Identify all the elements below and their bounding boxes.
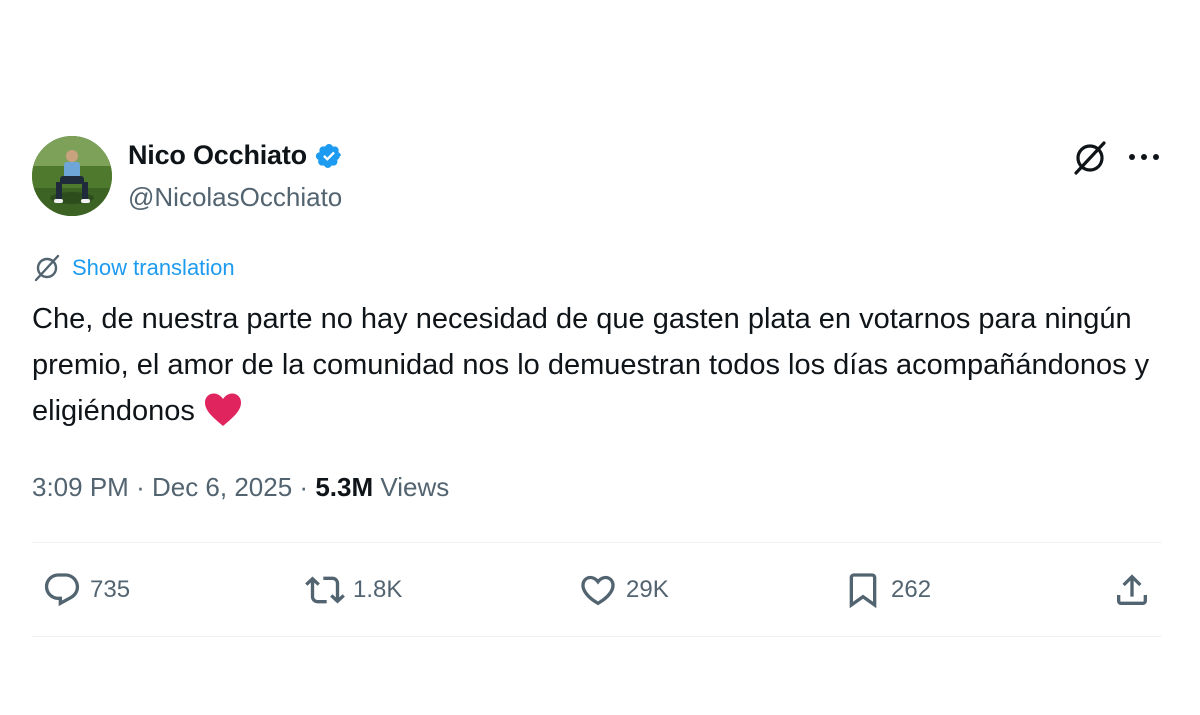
grok-icon: [32, 253, 62, 283]
author-name-row: Nico Occhiato: [128, 140, 343, 171]
red-heart-icon: [203, 392, 243, 428]
author-name[interactable]: Nico Occhiato: [128, 140, 307, 171]
views-count: 5.3M: [315, 472, 374, 502]
share-icon: [1117, 574, 1147, 605]
bookmark-icon: [849, 573, 877, 609]
divider: [32, 542, 1162, 543]
show-translation[interactable]: Show translation: [32, 253, 235, 283]
tweet-date[interactable]: Dec 6, 2025: [152, 472, 292, 502]
verified-badge-icon[interactable]: [315, 142, 343, 170]
retweet-button[interactable]: 1.8K: [305, 568, 402, 612]
meta-separator: ·: [299, 472, 309, 502]
tweet-card: Nico Occhiato @NicolasOcchiato Show tran…: [0, 0, 1200, 715]
avatar[interactable]: [32, 136, 112, 216]
meta-separator: ·: [136, 472, 145, 502]
more-icon[interactable]: [1126, 145, 1162, 169]
tweet-time[interactable]: 3:09 PM: [32, 472, 129, 502]
heart-icon: [581, 575, 615, 606]
tweet-meta: 3:09 PM · Dec 6, 2025 · 5.3M Views: [32, 472, 449, 503]
tweet-body: Che, de nuestra parte no hay necesidad d…: [32, 303, 1150, 427]
like-count: 29K: [626, 576, 669, 603]
bookmark-button[interactable]: 262: [843, 568, 931, 612]
show-translation-link[interactable]: Show translation: [72, 255, 235, 281]
divider: [32, 636, 1162, 637]
reply-icon: [44, 573, 80, 607]
reply-count: 735: [90, 576, 131, 603]
tweet-text: Che, de nuestra parte no hay necesidad d…: [32, 296, 1172, 434]
author-handle[interactable]: @NicolasOcchiato: [128, 182, 342, 213]
like-button[interactable]: 29K: [578, 568, 669, 612]
bookmark-count: 262: [891, 576, 932, 603]
share-button[interactable]: [1112, 568, 1152, 612]
grok-icon[interactable]: [1070, 140, 1110, 176]
retweet-icon: [305, 576, 345, 604]
views-label: Views: [380, 472, 450, 502]
reply-button[interactable]: 735: [42, 568, 130, 612]
retweet-count: 1.8K: [353, 576, 403, 603]
